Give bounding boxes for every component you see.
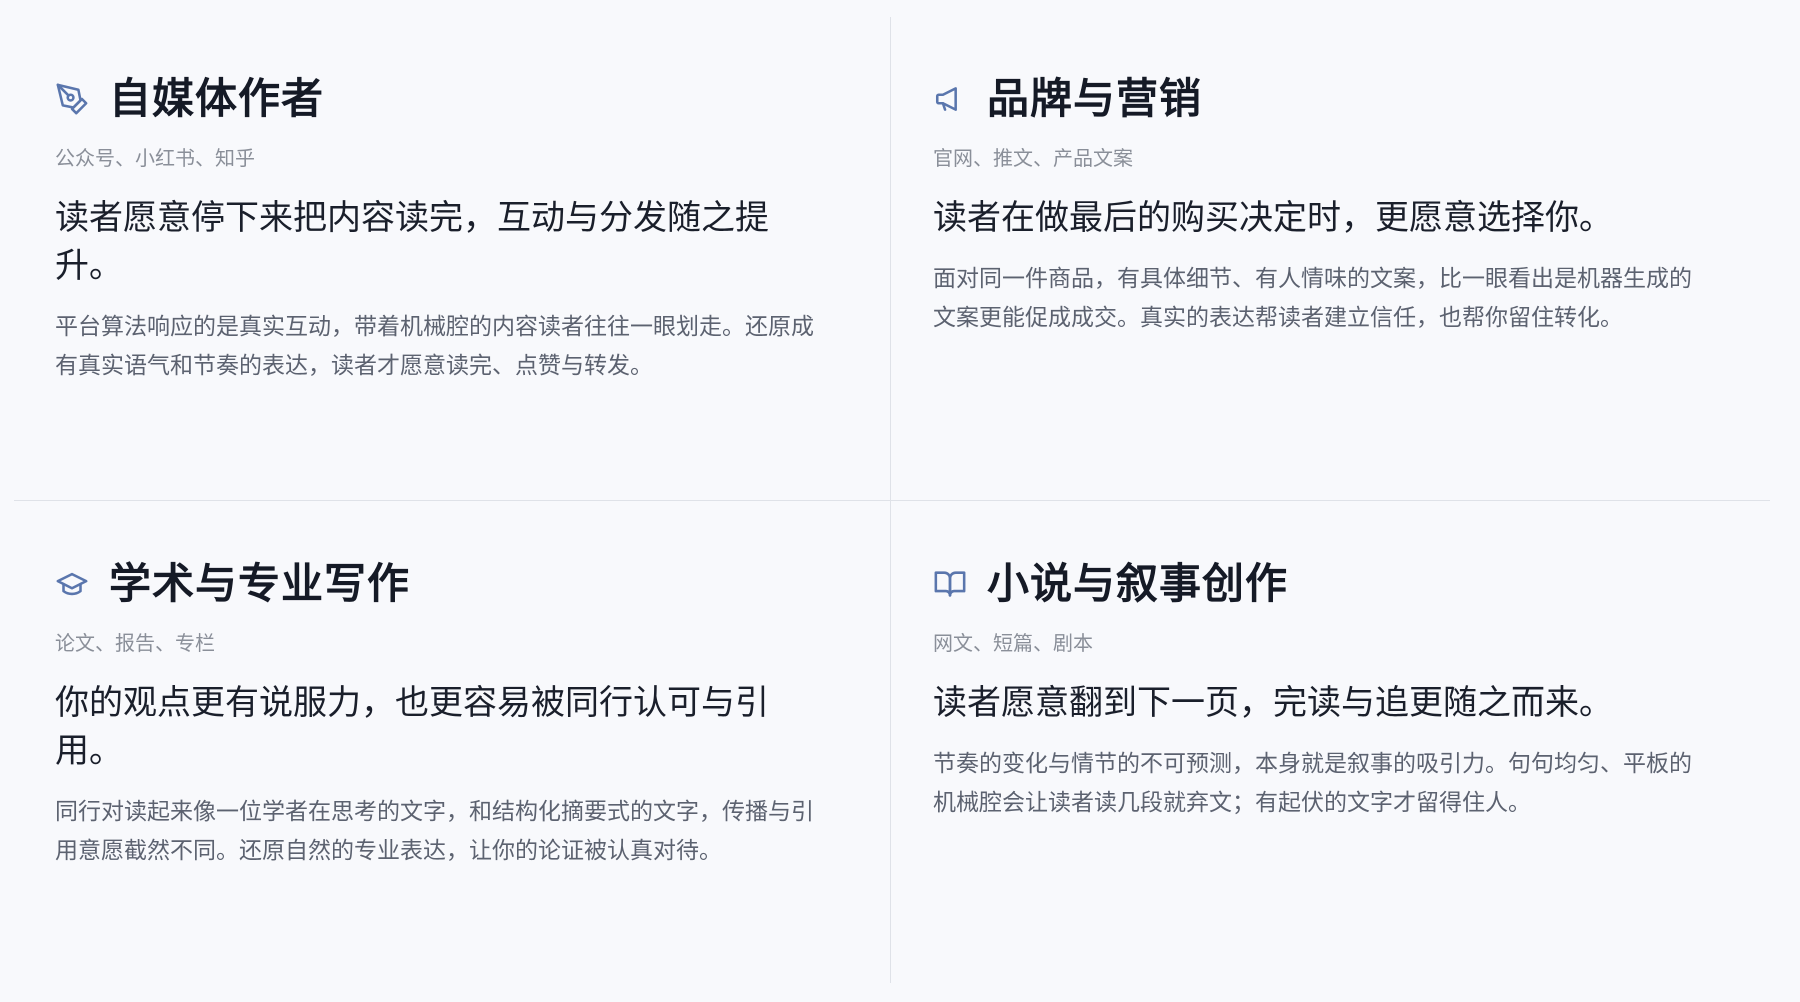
card-tags: 网文、短篇、剧本 — [933, 631, 1093, 655]
card-body: 节奏的变化与情节的不可预测，本身就是叙事的吸引力。句句均匀、平板的机械腔会让读者… — [933, 751, 1692, 816]
card-tags: 官网、推文、产品文案 — [933, 146, 1133, 170]
card-body: 平台算法响应的是真实互动，带着机械腔的内容读者往往一眼划走。还原成有真实语气和节… — [55, 314, 814, 379]
graduation-cap-icon — [55, 567, 89, 601]
card-body: 同行对读起来像一位学者在思考的文字，和结构化摘要式的文字，传播与引用意愿截然不同… — [55, 799, 814, 864]
card-academic: 学术与专业写作 论文、报告、专栏 你的观点更有说服力，也更容易被同行认可与引用。… — [55, 555, 815, 871]
card-title: 自媒体作者 — [109, 74, 325, 123]
card-body: 面对同一件商品，有具体细节、有人情味的文案，比一眼看出是机器生成的文案更能促成成… — [933, 266, 1692, 331]
card-title: 品牌与营销 — [987, 74, 1203, 123]
megaphone-icon — [933, 82, 967, 116]
card-fiction: 小说与叙事创作 网文、短篇、剧本 读者愿意翻到下一页，完读与追更随之而来。 节奏… — [933, 555, 1693, 823]
card-title: 学术与专业写作 — [109, 559, 411, 608]
pen-nib-icon — [55, 82, 89, 116]
card-header: 学术与专业写作 — [55, 555, 815, 613]
card-headline: 你的观点更有说服力，也更容易被同行认可与引用。 — [55, 683, 769, 771]
card-tags: 公众号、小红书、知乎 — [55, 146, 255, 170]
card-headline: 读者在做最后的购买决定时，更愿意选择你。 — [933, 198, 1613, 238]
horizontal-divider — [14, 500, 1770, 501]
card-header: 小说与叙事创作 — [933, 555, 1693, 613]
card-title: 小说与叙事创作 — [987, 559, 1289, 608]
card-tags: 论文、报告、专栏 — [55, 631, 215, 655]
card-header: 品牌与营销 — [933, 70, 1693, 128]
card-self-media: 自媒体作者 公众号、小红书、知乎 读者愿意停下来把内容读完，互动与分发随之提升。… — [55, 70, 815, 386]
open-book-icon — [933, 567, 967, 601]
card-headline: 读者愿意停下来把内容读完，互动与分发随之提升。 — [55, 198, 769, 286]
card-header: 自媒体作者 — [55, 70, 815, 128]
card-headline: 读者愿意翻到下一页，完读与追更随之而来。 — [933, 683, 1613, 723]
card-brand-marketing: 品牌与营销 官网、推文、产品文案 读者在做最后的购买决定时，更愿意选择你。 面对… — [933, 70, 1693, 338]
